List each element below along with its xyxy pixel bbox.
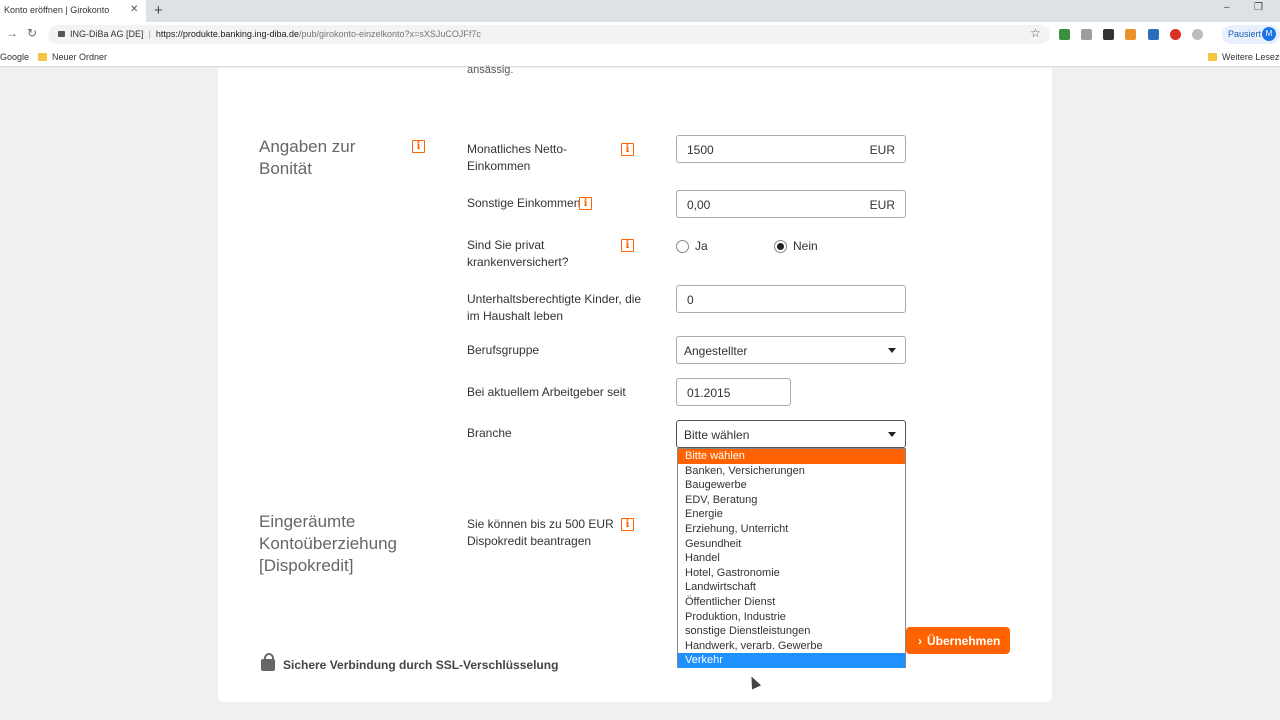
extension-icon[interactable] [1059, 29, 1070, 40]
lock-icon [58, 31, 65, 37]
children-input[interactable]: 0 [676, 285, 906, 313]
extension-icon[interactable] [1170, 29, 1181, 40]
other-income-value: 0,00 [687, 198, 711, 212]
url-path: /pub/girokonto-einzelkonto?x=sXSJuCOJFf7… [298, 29, 481, 39]
restore-icon[interactable]: ❐ [1254, 2, 1263, 13]
info-icon[interactable]: i [621, 518, 634, 531]
new-tab-button[interactable]: + [154, 2, 163, 19]
profession-value: Angestellter [684, 344, 748, 358]
bookmark-google[interactable]: Google [0, 52, 29, 62]
income-value: 1500 [687, 143, 714, 157]
extension-icon[interactable] [1103, 29, 1114, 40]
profession-select[interactable]: Angestellter [676, 336, 906, 364]
dropdown-option[interactable]: Öffentlicher Dienst [678, 595, 905, 610]
children-value: 0 [687, 293, 694, 307]
dropdown-option[interactable]: Bitte wählen [678, 449, 905, 464]
other-income-input[interactable]: 0,00 EUR [676, 190, 906, 218]
bookmark-more[interactable]: Weitere Lesezei [1208, 52, 1280, 62]
dropdown-option[interactable]: Erziehung, Unterricht [678, 522, 905, 537]
children-label: Unterhaltsberechtigte Kinder, die im Hau… [467, 292, 642, 323]
dropdown-option[interactable]: sonstige Dienstleistungen [678, 624, 905, 639]
section-title-bonitaet: Angaben zur Bonität [259, 137, 356, 178]
avatar: M [1262, 27, 1276, 41]
employer-since-value: 01.2015 [687, 386, 731, 400]
income-input[interactable]: 1500 EUR [676, 135, 906, 163]
address-bar[interactable]: ING-DiBa AG [DE] | https://produkte.bankin… [48, 25, 1050, 44]
industry-select[interactable]: Bitte wählen [676, 420, 906, 448]
folder-icon [1208, 53, 1217, 61]
dispo-label: Sie können bis zu 500 EUR Dispokredit be… [467, 517, 614, 548]
browser-tab[interactable]: Konto eröffnen | Girokonto ✕ [0, 0, 146, 22]
dropdown-option[interactable]: Hotel, Gastronomie [678, 566, 905, 581]
radio-nein-label[interactable]: Nein [793, 239, 818, 253]
dropdown-option[interactable]: Banken, Versicherungen [678, 464, 905, 479]
industry-dropdown-list: Bitte wählen Banken, Versicherungen Baug… [677, 448, 906, 668]
info-icon[interactable]: i [621, 143, 634, 156]
dropdown-option[interactable]: EDV, Beratung [678, 493, 905, 508]
extension-icon[interactable] [1125, 29, 1136, 40]
dropdown-option[interactable]: Handel [678, 551, 905, 566]
dropdown-option[interactable]: Landwirtschaft [678, 580, 905, 595]
bookmark-folder[interactable]: Neuer Ordner [38, 52, 107, 62]
extension-icon[interactable] [1192, 29, 1203, 40]
lock-icon [261, 653, 275, 671]
profession-label: Berufsgruppe [467, 343, 540, 357]
income-label: Monatliches Netto- Einkommen [467, 142, 568, 173]
radio-nein[interactable] [774, 240, 787, 253]
dropdown-option[interactable]: Energie [678, 507, 905, 522]
other-income-unit: EUR [869, 198, 895, 212]
reload-icon[interactable]: ↻ [27, 26, 37, 40]
extension-icon[interactable] [1148, 29, 1159, 40]
cutoff-text: ansässig. [467, 64, 514, 76]
extension-icon[interactable] [1081, 29, 1092, 40]
form-card: ansässig. Angaben zur Bonität i Monatlic… [218, 64, 1052, 702]
url-host: https://produkte.banking.ing-diba.de [155, 29, 299, 39]
dropdown-option[interactable]: Produktion, Industrie [678, 610, 905, 625]
minimize-icon[interactable]: – [1224, 2, 1230, 13]
bookmark-star-icon[interactable]: ☆ [1030, 26, 1041, 40]
dropdown-option[interactable]: Handwerk, verarb. Gewerbe [678, 639, 905, 654]
chevron-down-icon [888, 432, 896, 437]
insurance-radio-group: Ja Nein [676, 239, 876, 256]
site-identity: ING-DiBa AG [DE] [70, 29, 144, 39]
info-icon[interactable]: i [579, 197, 592, 210]
dropdown-option[interactable]: Gesundheit [678, 537, 905, 552]
close-tab-icon[interactable]: ✕ [130, 4, 138, 15]
employer-since-label: Bei aktuellem Arbeitgeber seit [467, 385, 626, 399]
dropdown-option-hovered[interactable]: Verkehr [678, 653, 905, 668]
dropdown-option[interactable]: Baugewerbe [678, 478, 905, 493]
employer-since-input[interactable]: 01.2015 [676, 378, 791, 406]
industry-value: Bitte wählen [684, 428, 750, 442]
private-insurance-label: Sind Sie privat krankenversichert? [467, 238, 569, 269]
folder-icon [38, 53, 47, 61]
apply-button[interactable]: › Übernehmen [906, 627, 1010, 654]
profile-status: Pausiert [1228, 29, 1262, 39]
other-income-label: Sonstige Einkommen [467, 196, 581, 210]
profile-button[interactable]: Pausiert M [1222, 25, 1280, 44]
radio-ja[interactable] [676, 240, 689, 253]
tab-strip: Konto eröffnen | Girokonto ✕ + – ❐ [0, 0, 1280, 22]
section-title-dispo: Eingeräumte Kontoüberziehung [Dispokredi… [259, 512, 398, 575]
industry-label: Branche [467, 426, 512, 440]
tab-title: Konto eröffnen | Girokonto [4, 5, 110, 15]
chevron-down-icon [888, 348, 896, 353]
income-unit: EUR [869, 143, 895, 157]
forward-icon[interactable]: → [6, 26, 18, 40]
chevron-right-icon: › [918, 634, 922, 648]
bookmarks-bar: Google Neuer Ordner Weitere Lesezei [0, 48, 1280, 67]
ssl-note: Sichere Verbindung durch SSL-Verschlüsse… [261, 653, 558, 672]
browser-toolbar: → ↻ ING-DiBa AG [DE] | https://produkte.ba… [0, 22, 1280, 48]
info-icon[interactable]: i [621, 239, 634, 252]
info-icon[interactable]: i [412, 140, 425, 153]
radio-ja-label[interactable]: Ja [695, 239, 708, 253]
